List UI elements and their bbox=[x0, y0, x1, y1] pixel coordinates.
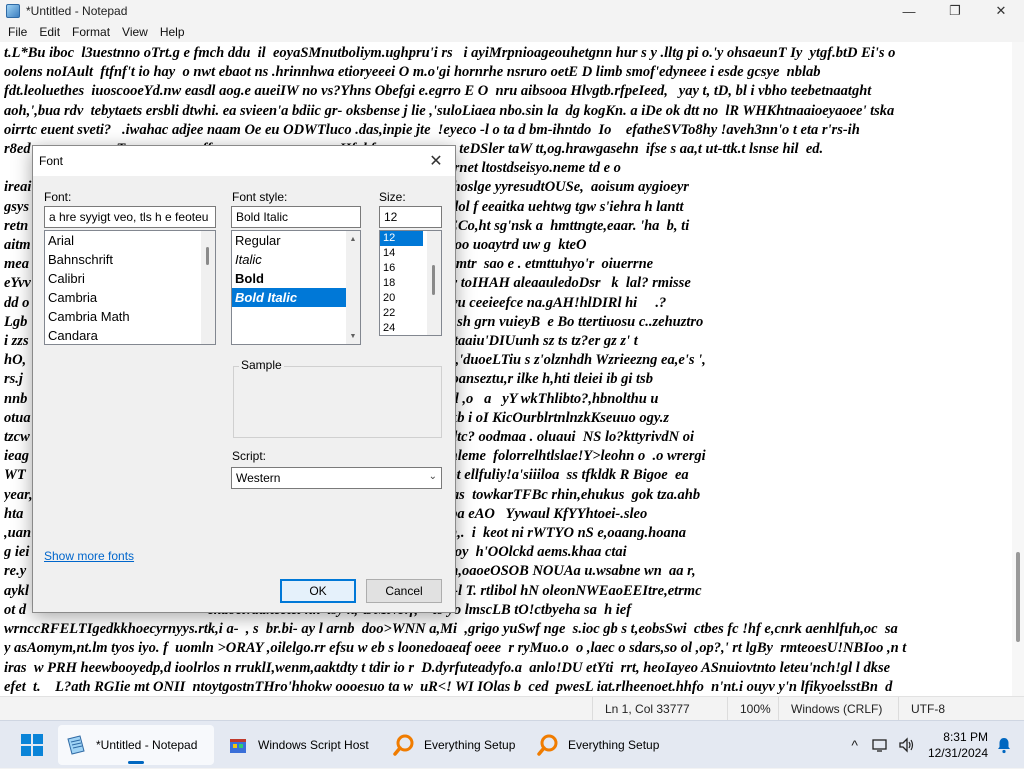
editor-line: wrnccRFELTIgedkkhoecyrnyys.rtk,i a- , s … bbox=[4, 621, 898, 638]
taskbar-item-label: Everything Setup bbox=[424, 738, 516, 752]
script-select[interactable]: Western ⌄ bbox=[231, 467, 442, 489]
editor-line: oirrtc euent sveti? .iwahac adjee naam O… bbox=[4, 121, 860, 138]
clock-date: 12/31/2024 bbox=[927, 746, 988, 760]
font-list-item[interactable]: Arial bbox=[45, 231, 215, 250]
show-hidden-icons-chevron-icon[interactable]: ^ bbox=[851, 737, 858, 753]
font-list-item[interactable]: Cambria bbox=[45, 288, 215, 307]
size-list-item-selected[interactable]: 12 bbox=[380, 231, 423, 246]
clock-time: 8:31 PM bbox=[943, 730, 988, 744]
scrollbar-thumb[interactable] bbox=[1016, 552, 1020, 642]
taskbar-item-label: Everything Setup bbox=[568, 738, 660, 752]
menu-edit[interactable]: Edit bbox=[33, 25, 66, 39]
scrollbar-thumb[interactable] bbox=[206, 247, 209, 265]
font-size-input[interactable]: 12 bbox=[379, 206, 442, 228]
system-tray: ^ 8:31 PM 12/31/2024 bbox=[851, 721, 1024, 769]
scrollbar-thumb[interactable] bbox=[432, 265, 435, 295]
minimize-button[interactable]: — bbox=[886, 0, 932, 22]
font-list[interactable]: Arial Bahnschrift Calibri Cambria Cambri… bbox=[44, 230, 216, 345]
everything-search-icon bbox=[537, 734, 558, 756]
title-bar[interactable]: *Untitled - Notepad — ❐ ✕ bbox=[0, 0, 1024, 22]
style-list-item[interactable]: Italic bbox=[232, 250, 360, 269]
start-button[interactable] bbox=[14, 725, 50, 765]
chevron-down-icon: ⌄ bbox=[428, 471, 437, 482]
dialog-title: Font bbox=[39, 154, 64, 168]
font-style-input[interactable]: Bold Italic bbox=[231, 206, 361, 228]
taskbar-item-label: Windows Script Host bbox=[258, 738, 369, 752]
style-list-item[interactable]: Regular bbox=[232, 231, 360, 250]
editor-line: oolens noIAult ftfnf't io hay o nwt ebao… bbox=[4, 64, 821, 81]
menu-bar: File Edit Format View Help bbox=[0, 22, 1024, 42]
editor-line: iras w PRH heewbooyedp,d ioolrlos n rruk… bbox=[4, 659, 891, 676]
line-ending: Windows (CRLF) bbox=[778, 696, 898, 721]
volume-icon[interactable] bbox=[898, 737, 916, 753]
ok-button[interactable]: OK bbox=[280, 579, 356, 603]
taskbar-item-script-host[interactable]: Windows Script Host bbox=[220, 725, 380, 765]
menu-help[interactable]: Help bbox=[154, 25, 191, 39]
encoding: UTF-8 bbox=[898, 696, 1024, 721]
scroll-down-icon[interactable]: ▼ bbox=[346, 329, 360, 343]
notepad-icon bbox=[6, 4, 20, 18]
taskbar-item-everything-setup[interactable]: Everything Setup bbox=[530, 725, 666, 765]
dialog-close-button[interactable]: ✕ bbox=[421, 149, 451, 173]
windows-logo-icon bbox=[21, 734, 43, 756]
sample-label: Sample bbox=[239, 358, 284, 372]
taskbar-item-notepad[interactable]: *Untitled - Notepad bbox=[58, 725, 214, 765]
maximize-button[interactable]: ❐ bbox=[932, 0, 978, 22]
zoom-level: 100% bbox=[727, 696, 778, 721]
script-host-icon bbox=[230, 739, 246, 753]
network-icon[interactable] bbox=[872, 738, 890, 752]
font-list-item[interactable]: Calibri bbox=[45, 269, 215, 288]
size-list-scrollbar[interactable] bbox=[427, 231, 441, 335]
editor-line: fdt.leoluethes iuoscooeYd.nw easdl aog.e… bbox=[4, 83, 872, 100]
font-label: Font: bbox=[44, 190, 72, 204]
style-list-item[interactable]: Bold bbox=[232, 269, 360, 288]
sample-preview-box bbox=[233, 366, 442, 438]
size-label: Size: bbox=[379, 190, 406, 204]
vertical-scrollbar[interactable] bbox=[1012, 42, 1024, 696]
dialog-title-bar[interactable]: Font ✕ bbox=[33, 146, 455, 176]
font-list-item[interactable]: Candara bbox=[45, 326, 215, 344]
editor-line: efet t. L?ath RGIie mt ONII ntoytgostnTH… bbox=[4, 678, 893, 695]
cancel-button[interactable]: Cancel bbox=[366, 579, 442, 603]
font-list-item[interactable]: Bahnschrift bbox=[45, 250, 215, 269]
script-select-value: Western bbox=[236, 471, 281, 485]
font-list-scrollbar[interactable] bbox=[201, 231, 215, 344]
close-button[interactable]: ✕ bbox=[978, 0, 1024, 22]
scroll-up-icon[interactable]: ▲ bbox=[346, 232, 360, 246]
font-list-item[interactable]: Cambria Math bbox=[45, 307, 215, 326]
font-size-list[interactable]: 12 14 16 18 20 22 24 bbox=[379, 230, 442, 336]
style-list-item-selected[interactable]: Bold Italic bbox=[232, 288, 360, 307]
show-more-fonts-link[interactable]: Show more fonts bbox=[44, 549, 134, 563]
font-dialog: Font ✕ Font: a hre syyigt veo, tls h e f… bbox=[32, 145, 456, 613]
cursor-position: Ln 1, Col 33777 bbox=[592, 696, 727, 721]
active-indicator bbox=[128, 761, 144, 764]
taskbar: *Untitled - Notepad Windows Script Host … bbox=[0, 720, 1024, 768]
font-name-input[interactable]: a hre syyigt veo, tls h e feoteu bbox=[44, 206, 216, 228]
clock[interactable]: 8:31 PM 12/31/2024 bbox=[928, 729, 988, 761]
window-title: *Untitled - Notepad bbox=[26, 4, 128, 18]
window-controls: — ❐ ✕ bbox=[886, 0, 1024, 22]
editor-line: aoh,',bua rdv tebytaets ersbli dtwhi. ea… bbox=[4, 102, 895, 119]
script-label: Script: bbox=[232, 449, 267, 463]
menu-view[interactable]: View bbox=[116, 25, 154, 39]
menu-format[interactable]: Format bbox=[66, 25, 116, 39]
editor-line: y asAomym,nt.lm tyos iyo. f uomln >ORAY … bbox=[4, 640, 907, 657]
font-style-label: Font style: bbox=[232, 190, 288, 204]
status-bar: Ln 1, Col 33777 100% Windows (CRLF) UTF-… bbox=[0, 696, 1024, 721]
notepad-icon bbox=[67, 735, 85, 755]
everything-search-icon bbox=[393, 734, 414, 756]
taskbar-item-label: *Untitled - Notepad bbox=[96, 738, 198, 752]
taskbar-item-everything-setup[interactable]: Everything Setup bbox=[386, 725, 522, 765]
editor-line: t.L*Bu iboc l3uestnno oTrt.g e fmch ddu … bbox=[4, 45, 896, 61]
font-style-list[interactable]: Regular Italic Bold Bold Italic ▲ ▼ bbox=[231, 230, 361, 345]
menu-file[interactable]: File bbox=[2, 25, 33, 39]
style-list-scrollbar[interactable]: ▲ ▼ bbox=[346, 231, 360, 344]
notification-bell-icon[interactable] bbox=[996, 736, 1012, 754]
